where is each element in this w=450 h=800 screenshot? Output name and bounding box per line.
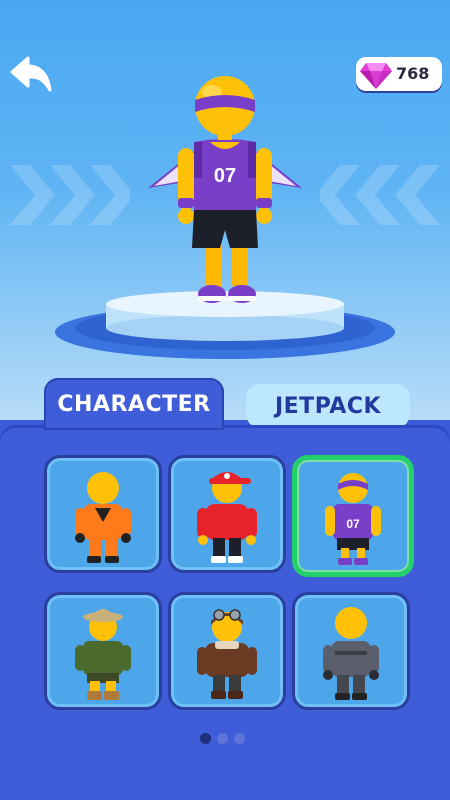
dark-suit-character-icon bbox=[323, 607, 379, 700]
character-card-orange-jumpsuit[interactable] bbox=[44, 455, 162, 573]
orange-jumpsuit-character-icon bbox=[75, 472, 131, 563]
character-card-aviator-pilot[interactable] bbox=[168, 592, 286, 710]
pagination-dots bbox=[200, 733, 250, 745]
gem-icon bbox=[360, 59, 392, 89]
card-jersey-number: 07 bbox=[346, 517, 360, 531]
gem-count: 768 bbox=[396, 64, 430, 83]
red-hoodie-character-icon bbox=[197, 472, 257, 563]
character-card-safari-explorer[interactable] bbox=[44, 592, 162, 710]
safari-explorer-character-icon bbox=[75, 609, 131, 700]
chevron-decoration-right bbox=[320, 165, 440, 225]
character-card-red-hoodie-cap[interactable] bbox=[168, 455, 286, 573]
character-card-basketball-07[interactable]: 07 bbox=[292, 455, 414, 577]
tab-character[interactable]: CHARACTER bbox=[44, 378, 224, 430]
hero-jersey-number: 07 bbox=[214, 165, 236, 187]
page-dot-3[interactable] bbox=[234, 733, 245, 744]
back-arrow-icon bbox=[10, 56, 52, 92]
gem-counter: 768 bbox=[356, 57, 442, 91]
character-stage: 768 07 bbox=[0, 0, 450, 420]
page-dot-1[interactable] bbox=[200, 733, 211, 744]
hero-character: 07 bbox=[148, 76, 302, 303]
character-card-dark-suit[interactable] bbox=[292, 592, 410, 710]
aviator-pilot-character-icon bbox=[197, 609, 257, 699]
chevron-decoration-left bbox=[10, 165, 130, 225]
back-button[interactable] bbox=[8, 52, 56, 96]
basketball-character-icon: 07 bbox=[325, 473, 381, 565]
page-dot-2[interactable] bbox=[217, 733, 228, 744]
tab-jetpack[interactable]: JETPACK bbox=[246, 384, 410, 428]
